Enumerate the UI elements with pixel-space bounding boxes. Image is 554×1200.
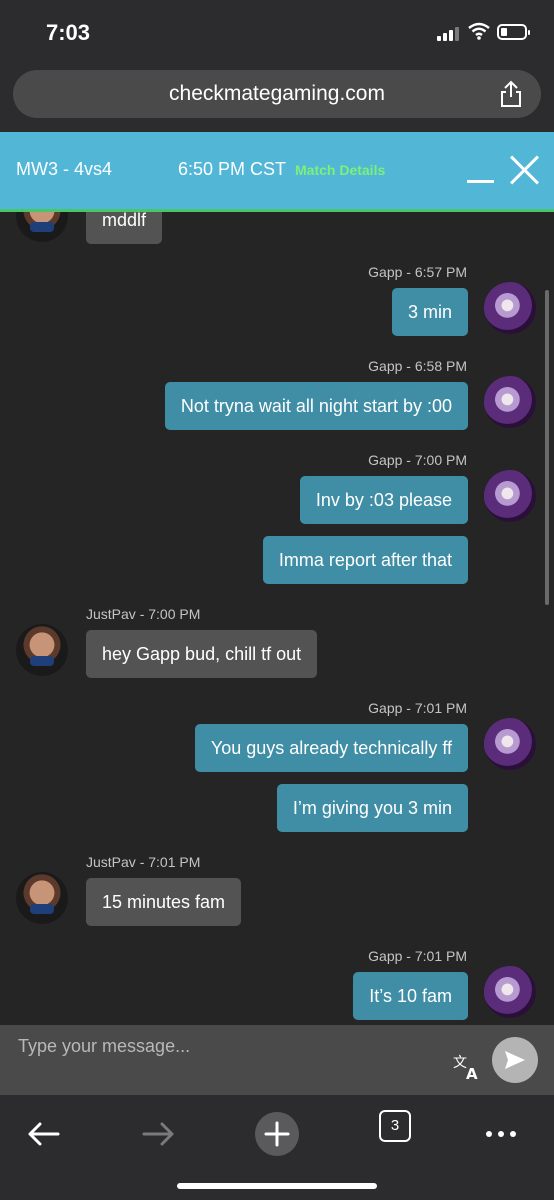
avatar [16, 212, 68, 242]
wifi-icon [468, 22, 490, 40]
browser-toolbar: checkmategaming.com [0, 66, 554, 132]
close-icon[interactable] [509, 154, 541, 186]
avatar [484, 718, 536, 770]
avatar [484, 376, 536, 428]
tabs-button[interactable]: 3 [379, 1110, 411, 1142]
message-meta: Gapp - 7:01 PM [368, 700, 467, 716]
message-meta: JustPav - 7:01 PM [86, 854, 201, 870]
avatar [484, 282, 536, 334]
minimize-icon[interactable] [467, 180, 494, 183]
share-icon[interactable] [499, 80, 523, 108]
match-title: MW3 - 4vs4 [16, 159, 113, 179]
message-bubble: 15 minutes fam [86, 878, 242, 926]
more-icon[interactable] [476, 1109, 526, 1159]
status-time: 7:03 [46, 20, 91, 45]
message-input[interactable] [16, 1035, 440, 1058]
message-meta: Gapp - 6:58 PM [368, 358, 467, 374]
message-bubble: mddlf [86, 212, 163, 244]
match-time: 6:50 PM CST [178, 159, 287, 179]
message-meta: JustPav - 7:00 PM [86, 606, 201, 622]
back-arrow-icon[interactable] [18, 1109, 68, 1159]
chat-scrollbar[interactable] [545, 290, 549, 605]
avatar [484, 966, 536, 1018]
message-composer: 文 A [0, 1025, 554, 1095]
send-icon [505, 1051, 525, 1069]
message-meta: Gapp - 7:00 PM [368, 452, 467, 468]
forward-arrow-icon[interactable] [134, 1109, 184, 1159]
avatar [16, 624, 68, 676]
message-bubble: It’s 10 fam [353, 972, 468, 1020]
message-meta: Gapp - 6:57 PM [368, 264, 467, 280]
signal-icon [437, 27, 463, 41]
match-header: MW3 - 4vs4 6:50 PM CST Match Details [0, 132, 554, 212]
message-bubble: I’m giving you 3 min [276, 784, 468, 832]
battery-icon [497, 24, 530, 40]
url-text[interactable]: checkmategaming.com [13, 82, 541, 106]
match-details-link[interactable]: Match Details [295, 162, 385, 178]
chat-messages[interactable]: mddlf Gapp - 6:57 PM 3 min Gapp - 6:58 P… [0, 212, 554, 1025]
new-tab-icon[interactable] [252, 1109, 302, 1159]
send-button[interactable] [492, 1037, 538, 1083]
message-meta: Gapp - 7:01 PM [368, 948, 467, 964]
avatar [16, 872, 68, 924]
address-bar[interactable]: checkmategaming.com [13, 70, 541, 118]
svg-text:文: 文 [453, 1055, 467, 1071]
avatar [484, 470, 536, 522]
message-bubble: Not tryna wait all night start by :00 [164, 382, 468, 430]
message-bubble: 3 min [391, 288, 468, 336]
translate-icon[interactable]: 文 A [452, 1053, 482, 1081]
home-indicator [177, 1183, 377, 1189]
message-bubble: You guys already technically ff [194, 724, 468, 772]
message-bubble: Imma report after that [262, 536, 468, 584]
svg-text:A: A [466, 1065, 478, 1081]
message-bubble: Inv by :03 please [299, 476, 468, 524]
message-bubble: hey Gapp bud, chill tf out [86, 630, 318, 678]
status-bar: 7:03 [0, 0, 554, 66]
